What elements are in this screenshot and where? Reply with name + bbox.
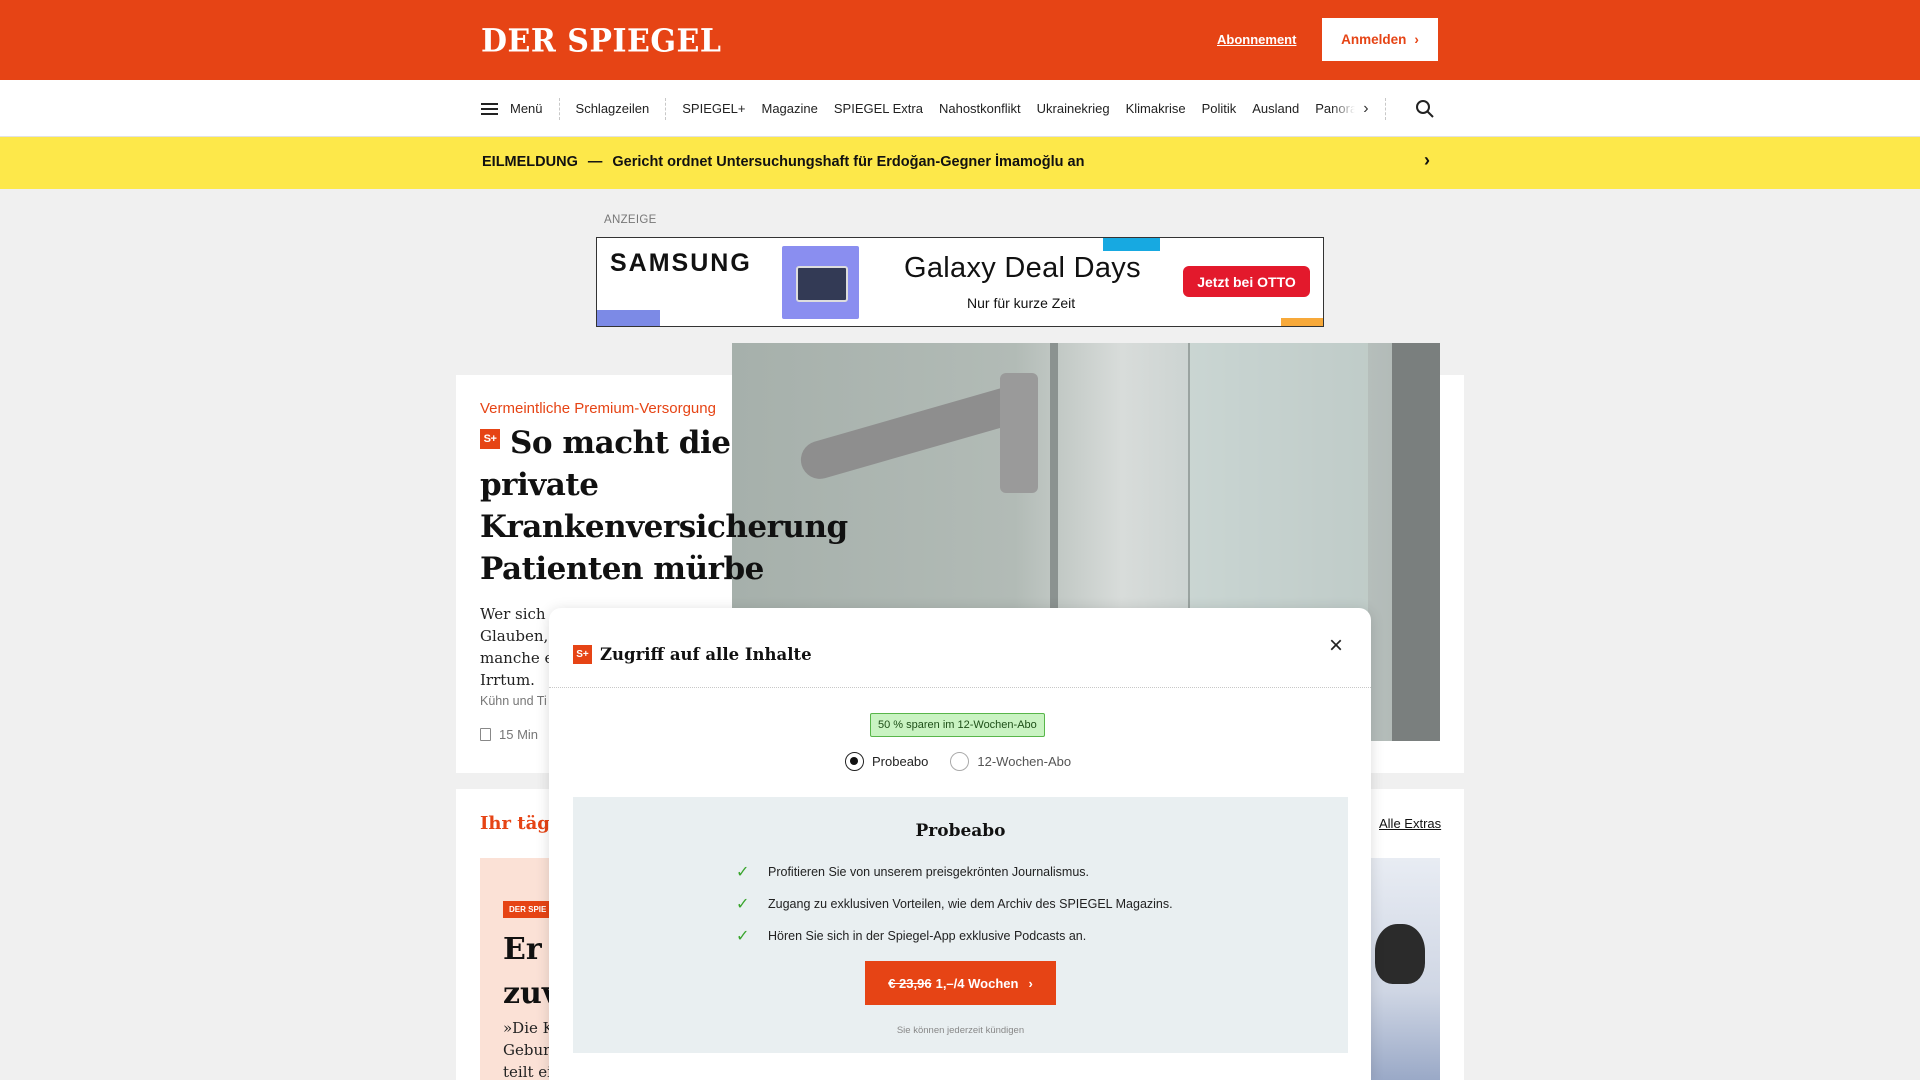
teaser-line: Wer sich p: [480, 605, 550, 623]
close-icon[interactable]: ×: [1324, 634, 1348, 658]
extras-tile-text: »Die K Gebur teilt ei: [503, 1017, 554, 1080]
checkmark-icon: ✓: [736, 896, 750, 913]
new-price: 1,–/4 Wochen: [935, 975, 1019, 991]
ad-subline: Nur für kurze Zeit: [967, 295, 1076, 311]
cancel-note: Sie können jederzeit kündigen: [896, 1025, 1025, 1036]
nav-item-nahostkonflikt[interactable]: Nahostkonflikt: [939, 101, 1021, 116]
breaking-label: EILMELDUNG: [482, 154, 578, 170]
ad-banner[interactable]: SAMSUNG Galaxy Deal Days Nur für kurze Z…: [596, 237, 1324, 327]
ad-cta-button[interactable]: Jetzt bei OTTO: [1183, 266, 1310, 297]
ad-brand-logo: SAMSUNG: [610, 249, 752, 277]
spiegel-logo[interactable]: DER SPIEGEL: [481, 23, 721, 60]
nav-divider: [1384, 97, 1386, 120]
benefit-item: ✓ Hören Sie sich in der Spiegel-App exklu…: [736, 920, 1173, 952]
benefit-item: ✓ Zugang zu exklusiven Vorteilen, wie dem…: [736, 888, 1173, 920]
nav-item-spiegel-extra[interactable]: SPIEGEL Extra: [834, 101, 923, 116]
nav-item-schlagzeilen[interactable]: Schlagzeilen: [576, 101, 650, 116]
teaser-line: Irrtum.: [480, 671, 535, 689]
ad-decoration: [597, 310, 660, 326]
chevron-right-icon: ›: [1028, 975, 1033, 991]
subscription-modal: S+ Zugriff auf alle Inhalte × 50 % spare…: [549, 608, 1371, 1080]
radio-12-wochen[interactable]: [950, 752, 970, 771]
ad-decoration: [1103, 238, 1160, 251]
radio-12-wochen-label[interactable]: 12-Wochen-Abo: [977, 754, 1071, 769]
teaser-line: manche e: [480, 649, 550, 667]
article-authors: Kühn und Ti: [480, 694, 547, 708]
modal-header: S+ Zugriff auf alle Inhalte ×: [549, 608, 1371, 688]
modal-title-text: Zugriff auf alle Inhalte: [600, 645, 812, 664]
checkmark-icon: ✓: [736, 928, 750, 945]
extras-tile-image[interactable]: [1370, 858, 1440, 1080]
benefit-text: Hören Sie sich in der Spiegel-App exklus…: [768, 929, 1087, 943]
tile-text-line: »Die K: [503, 1019, 554, 1037]
breaking-headline[interactable]: Gericht ordnet Untersuchungshaft für Erd…: [612, 154, 1084, 170]
tile-text-line: teilt ei: [503, 1063, 552, 1080]
nav-item-panorama[interactable]: Panorama: [1315, 101, 1355, 116]
breaking-dash: —: [587, 154, 603, 170]
search-icon[interactable]: [1415, 99, 1435, 119]
spiegel-plus-icon: S+: [480, 428, 500, 449]
article-headline[interactable]: S+ So macht die private Krankenversicheru…: [480, 422, 848, 590]
checkmark-icon: ✓: [736, 864, 750, 881]
chevron-right-icon: ›: [1414, 32, 1419, 47]
chevron-right-icon[interactable]: ›: [1424, 150, 1430, 171]
nav-item-spiegel-plus[interactable]: SPIEGEL+: [682, 101, 745, 116]
benefits-list: ✓ Profitieren Sie von unserem preisgekrön…: [736, 856, 1173, 952]
nav-item-ukrainekrieg[interactable]: Ukrainekrieg: [1037, 101, 1110, 116]
plan-selector: Probeabo 12-Wochen-Abo: [845, 752, 1071, 771]
document-icon: [480, 728, 491, 741]
read-time-label: 15 Min: [499, 727, 539, 742]
savings-badge: 50 % sparen im 12-Wochen-Abo: [870, 713, 1045, 737]
article-headline-text: So macht die private Krankenversicherung…: [480, 425, 848, 587]
image-detail: [1000, 373, 1038, 493]
breaking-news-bar[interactable]: EILMELDUNG — Gericht ordnet Untersuchung…: [0, 137, 1920, 189]
nav-divider: [665, 97, 667, 120]
nav-item-ausland[interactable]: Ausland: [1252, 101, 1299, 116]
benefit-text: Profitieren Sie von unserem preisgekrönt…: [768, 865, 1089, 879]
login-button-label: Anmelden: [1341, 32, 1407, 47]
plan-title: Probeabo: [915, 821, 1006, 841]
all-extras-link[interactable]: Alle Extras: [1379, 816, 1441, 831]
radio-probeabo-label[interactable]: Probeabo: [872, 754, 928, 769]
nav-scroll-right-icon[interactable]: ›: [1363, 100, 1368, 118]
top-header: DER SPIEGEL Abonnement Anmelden ›: [0, 0, 1920, 80]
old-price: € 23,96: [888, 975, 932, 991]
ad-label: ANZEIGE: [604, 214, 657, 226]
teaser-line: Glauben,: [480, 627, 549, 645]
tile-text-line: Gebur: [503, 1041, 551, 1059]
main-nav: Menü Schlagzeilen SPIEGEL+ Magazine SPIE…: [0, 80, 1920, 137]
modal-title: S+ Zugriff auf alle Inhalte: [573, 645, 812, 664]
read-time: 15 Min: [480, 727, 538, 742]
magazine-badge: DER SPIE: [503, 901, 553, 918]
benefit-item: ✓ Profitieren Sie von unserem preisgekrön…: [736, 856, 1173, 888]
subscribe-button[interactable]: € 23,96 1,–/4 Wochen ›: [865, 961, 1056, 1005]
menu-button[interactable]: Menü: [510, 101, 543, 116]
article-teaser: Wer sich p Glauben, manche e Irrtum.: [480, 603, 550, 691]
nav-item-klimakrise[interactable]: Klimakrise: [1126, 101, 1186, 116]
ad-decoration: [1281, 318, 1323, 326]
login-button[interactable]: Anmelden ›: [1322, 18, 1438, 61]
nav-item-politik[interactable]: Politik: [1202, 101, 1237, 116]
nav-divider: [558, 97, 560, 120]
plan-details: Probeabo ✓ Profitieren Sie von unserem pr…: [573, 797, 1348, 1053]
nav-item-magazine[interactable]: Magazine: [761, 101, 817, 116]
ad-headline: Galaxy Deal Days: [904, 252, 1141, 284]
radio-probeabo[interactable]: [845, 752, 864, 771]
ad-product-image: [782, 246, 859, 319]
article-kicker[interactable]: Vermeintliche Premium-Versorgung: [480, 400, 716, 417]
menu-icon[interactable]: [481, 102, 498, 115]
spiegel-plus-icon: S+: [573, 645, 592, 664]
subscription-link[interactable]: Abonnement: [1217, 32, 1296, 47]
benefit-text: Zugang zu exklusiven Vorteilen, wie dem …: [768, 897, 1173, 911]
image-detail: [1392, 343, 1440, 741]
